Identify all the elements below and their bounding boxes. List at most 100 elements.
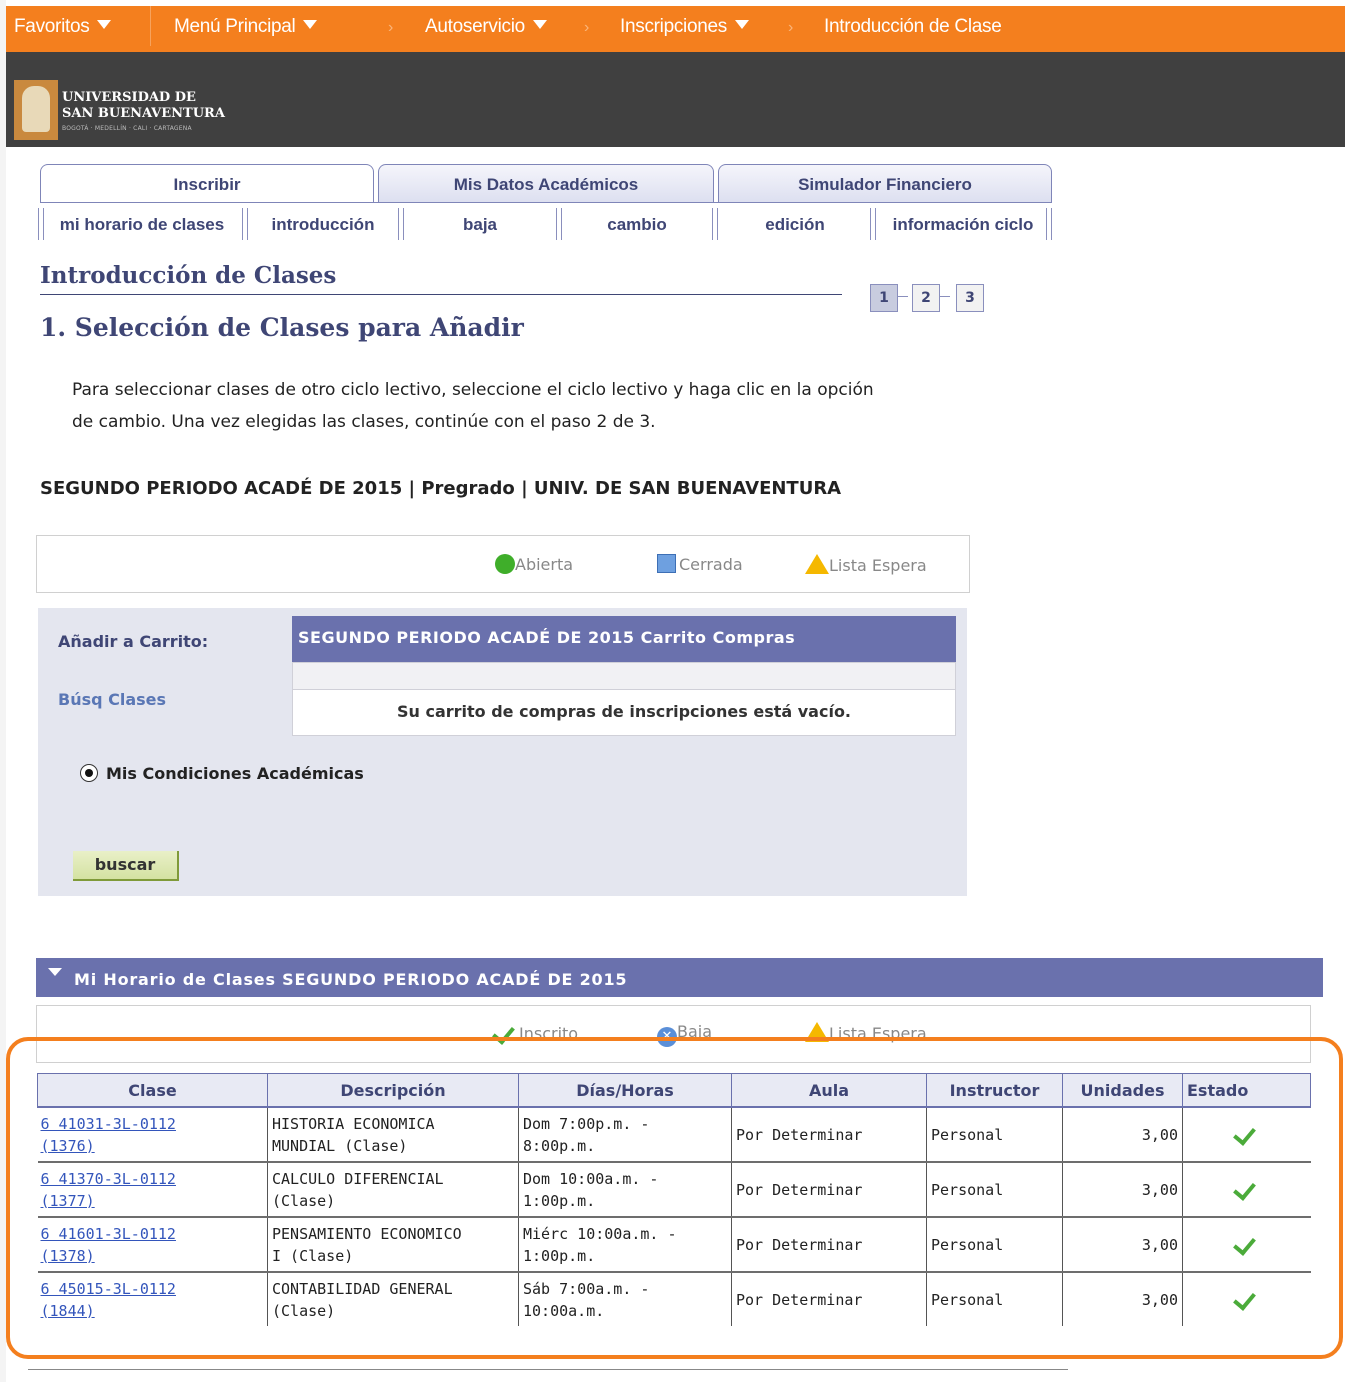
days-times-cell: Dom 10:00a.m. -1:00p.m. xyxy=(518,1162,732,1218)
units-cell: 3,00 xyxy=(1062,1107,1183,1163)
units-cell: 3,00 xyxy=(1062,1272,1183,1326)
tab-academic-data[interactable]: Mis Datos Académicos xyxy=(378,164,714,203)
room-cell: Por Determinar xyxy=(731,1217,927,1273)
legend-dropped-label: Baja xyxy=(677,1022,713,1041)
my-requirements-radio[interactable] xyxy=(80,764,98,782)
subtab-term-info[interactable]: información ciclo xyxy=(880,210,1046,240)
nav-favorites[interactable]: Favoritos xyxy=(14,16,112,38)
class-link[interactable]: 6 45015-3L-0112 (1844) xyxy=(41,1280,176,1320)
column-header-description[interactable]: Descripción xyxy=(267,1073,519,1108)
class-link[interactable]: 6 41601-3L-0112 (1378) xyxy=(41,1225,176,1265)
dropped-x-icon: ✕ xyxy=(657,1027,677,1047)
enrolled-check-icon xyxy=(1234,1178,1260,1198)
nav-self-service[interactable]: Autoservicio xyxy=(425,16,547,38)
instructor-cell: Personal xyxy=(926,1217,1063,1273)
days-times-cell: Sáb 7:00a.m. -10:00a.m. xyxy=(518,1272,732,1326)
logo-line-2: SAN BUENAVENTURA xyxy=(62,106,225,121)
dropdown-arrow-icon xyxy=(532,20,547,29)
units-cell: 3,00 xyxy=(1062,1162,1183,1218)
legend-waitlist-2: Lista Espera xyxy=(805,1022,927,1043)
waitlist-triangle-icon xyxy=(805,554,829,574)
tab-financial-simulator[interactable]: Simulador Financiero xyxy=(718,164,1052,203)
class-search-link[interactable]: Búsq Clases xyxy=(58,690,166,709)
subtab-swap[interactable]: cambio xyxy=(564,210,710,240)
add-to-cart-label: Añadir a Carrito: xyxy=(58,632,209,651)
legend-open-label: Abierta xyxy=(515,555,574,574)
my-class-schedule-header[interactable]: Mi Horario de Clases SEGUNDO PERIODO ACA… xyxy=(36,958,1323,997)
column-header-status[interactable]: Estado xyxy=(1182,1073,1311,1108)
class-link[interactable]: 6 41031-3L-0112 (1376) xyxy=(41,1115,176,1155)
table-row: 6 45015-3L-0112 (1844) CONTABILIDAD GENER… xyxy=(37,1272,1311,1326)
search-button[interactable]: buscar xyxy=(73,851,179,881)
legend-closed-label: Cerrada xyxy=(679,555,743,574)
status-cell xyxy=(1182,1107,1311,1163)
university-logo-emblem xyxy=(14,80,58,140)
table-row: 6 41031-3L-0112 (1376) HISTORIA ECONOMICA… xyxy=(37,1107,1311,1163)
title-divider xyxy=(40,294,842,295)
description-cell: PENSAMIENTO ECONOMICO I (Clase) xyxy=(267,1217,519,1273)
description-cell: CALCULO DIFERENCIAL (Clase) xyxy=(267,1162,519,1218)
page-left-edge xyxy=(0,0,6,1382)
subtab-separator xyxy=(712,208,718,240)
subtab-drop[interactable]: baja xyxy=(406,210,554,240)
class-cell: 6 41601-3L-0112 (1378) xyxy=(37,1217,268,1273)
class-status-legend: Abierta Cerrada Lista Espera xyxy=(36,535,970,593)
subtab-edit[interactable]: edición xyxy=(722,210,868,240)
nav-enrollment-label: Inscripciones xyxy=(620,16,727,37)
nav-enrollment[interactable]: Inscripciones xyxy=(620,16,749,38)
column-header-class[interactable]: Clase xyxy=(37,1073,268,1108)
collapse-arrow-icon[interactable] xyxy=(48,968,62,976)
top-navigation-bar: Favoritos Menú Principal › Autoservicio … xyxy=(6,6,1345,52)
nav-main-menu[interactable]: Menú Principal xyxy=(174,16,318,38)
room-cell: Por Determinar xyxy=(731,1272,927,1326)
class-cell: 6 41031-3L-0112 (1376) xyxy=(37,1107,268,1163)
nav-favorites-label: Favoritos xyxy=(14,16,90,37)
legend-enrolled-label: Inscrito xyxy=(519,1024,579,1043)
enrollment-status-legend: Inscrito ✕ Baja Lista Espera xyxy=(36,1005,1311,1063)
subtab-separator xyxy=(1046,208,1052,240)
term-career-institution: SEGUNDO PERIODO ACADÉ DE 2015 | Pregrado… xyxy=(40,478,842,499)
subtab-separator xyxy=(242,208,248,240)
step-connector xyxy=(940,296,950,297)
tab-enroll[interactable]: Inscribir xyxy=(40,164,374,203)
instructions-text: Para seleccionar clases de otro ciclo le… xyxy=(72,374,972,438)
subtab-add[interactable]: introducción xyxy=(252,210,394,240)
breadcrumb-chevron-icon: › xyxy=(584,19,590,36)
table-header-row: Clase Descripción Días/Horas Aula Instru… xyxy=(37,1073,1311,1108)
legend-dropped: ✕ Baja xyxy=(657,1022,712,1047)
subtab-my-schedule[interactable]: mi horario de clases xyxy=(46,210,238,240)
class-cell: 6 41370-3L-0112 (1377) xyxy=(37,1162,268,1218)
days-times-cell: Miérc 10:00a.m. -1:00p.m. xyxy=(518,1217,732,1273)
page-title: Introducción de Clases xyxy=(40,262,337,289)
column-header-instructor[interactable]: Instructor xyxy=(926,1073,1063,1108)
subtab-separator xyxy=(38,208,44,240)
class-schedule-table: Clase Descripción Días/Horas Aula Instru… xyxy=(37,1073,1311,1326)
enrolled-check-icon xyxy=(1234,1233,1260,1253)
section-title: 1. Selección de Clases para Añadir xyxy=(40,313,524,342)
bottom-divider xyxy=(28,1369,1068,1370)
column-header-units[interactable]: Unidades xyxy=(1062,1073,1183,1108)
status-cell xyxy=(1183,1272,1311,1326)
step-indicator-3: 3 xyxy=(956,284,984,312)
legend-open: Abierta xyxy=(495,554,573,574)
instructor-cell: Personal xyxy=(926,1272,1063,1326)
description-cell: CONTABILIDAD GENERAL (Clase) xyxy=(267,1272,519,1326)
days-times-cell: Dom 7:00p.m. -8:00p.m. xyxy=(518,1107,732,1163)
class-link[interactable]: 6 41370-3L-0112 (1377) xyxy=(41,1170,176,1210)
waitlist-triangle-icon xyxy=(805,1022,829,1042)
legend-enrolled: Inscrito xyxy=(493,1022,578,1043)
enrolled-check-icon xyxy=(1234,1288,1260,1308)
dropdown-arrow-icon xyxy=(97,20,112,29)
legend-waitlist-2-label: Lista Espera xyxy=(829,1024,927,1043)
table-row: 6 41370-3L-0112 (1377) CALCULO DIFERENCIA… xyxy=(37,1162,1311,1218)
add-to-cart-panel: Añadir a Carrito: Búsq Clases SEGUNDO PE… xyxy=(38,608,967,896)
shopping-cart-empty-message: Su carrito de compras de inscripciones e… xyxy=(292,690,956,736)
column-header-room[interactable]: Aula xyxy=(731,1073,927,1108)
subtab-separator xyxy=(556,208,562,240)
units-cell: 3,00 xyxy=(1062,1217,1183,1273)
step-indicator-1: 1 xyxy=(870,284,898,312)
nav-separator xyxy=(150,6,151,46)
column-header-days-times[interactable]: Días/Horas xyxy=(518,1073,732,1108)
shopping-cart-strip xyxy=(292,662,956,690)
nav-self-service-label: Autoservicio xyxy=(425,16,525,37)
